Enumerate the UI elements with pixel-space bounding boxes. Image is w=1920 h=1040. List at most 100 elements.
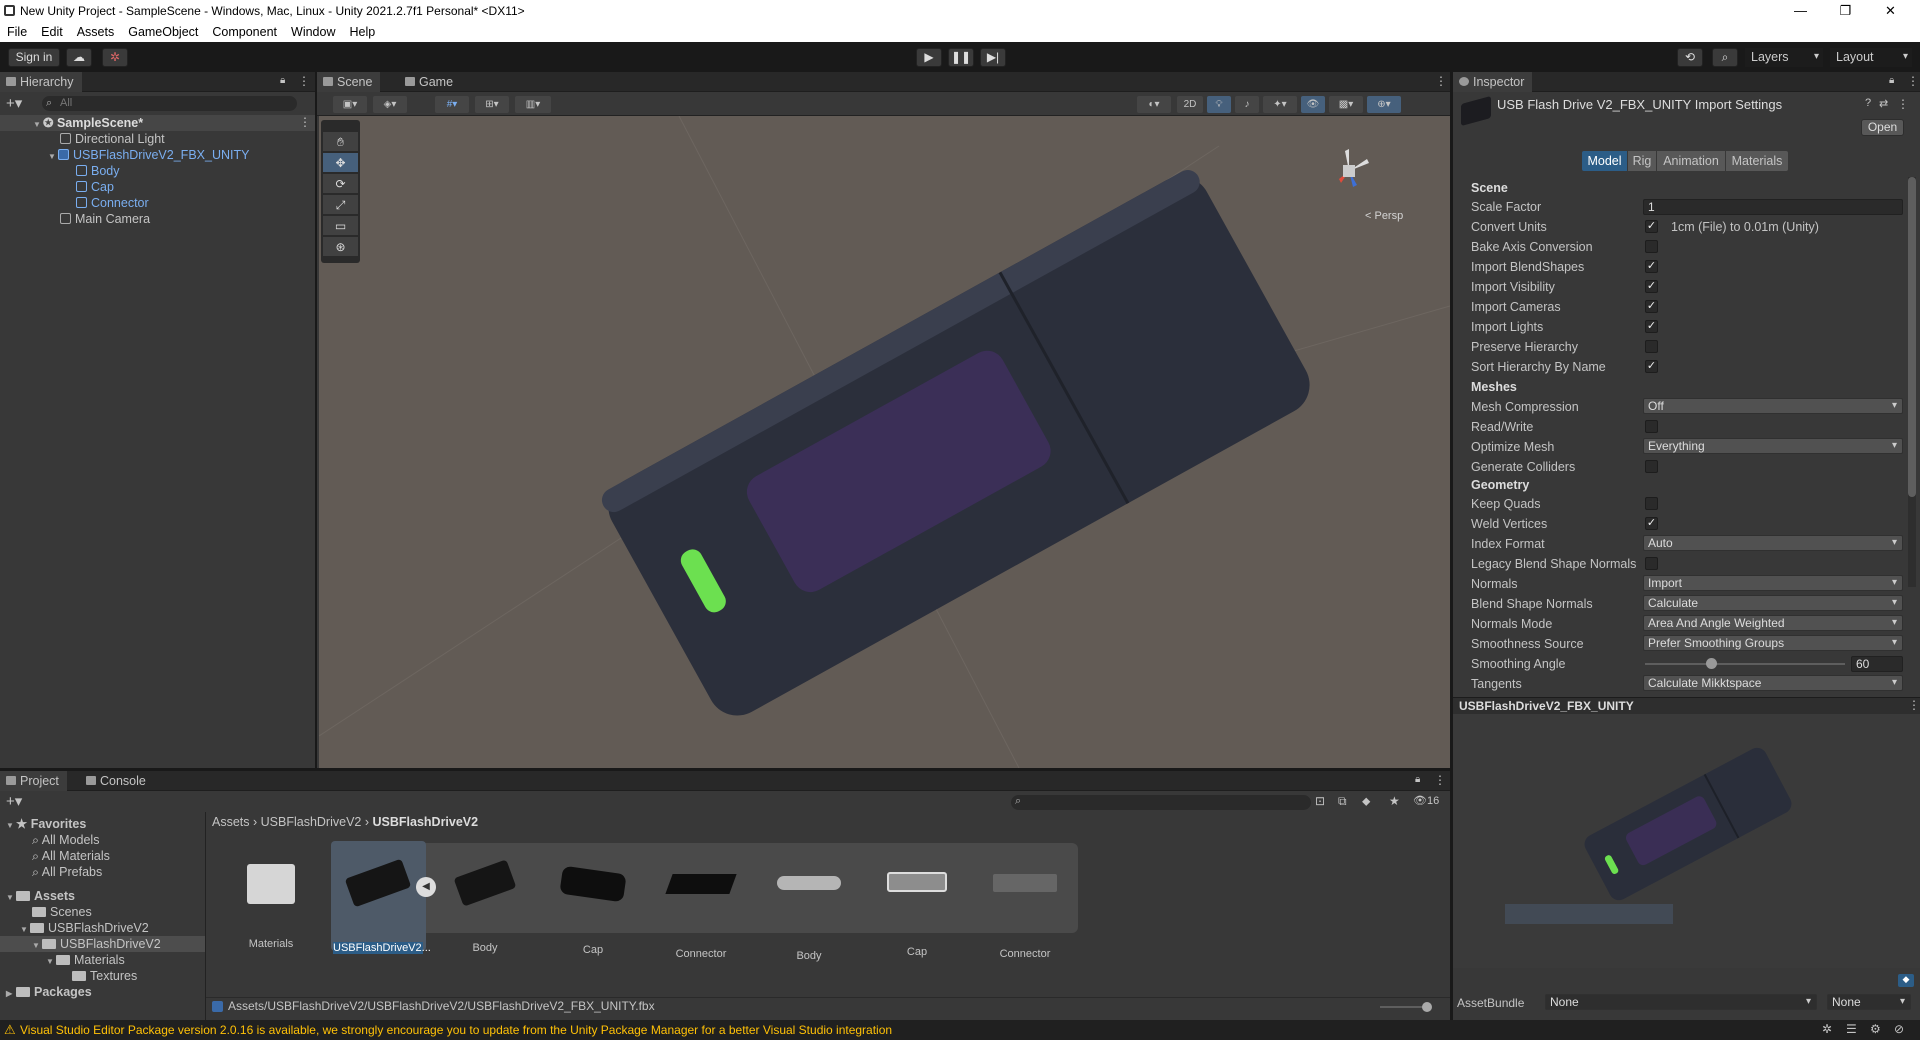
effects-dropdown[interactable]: ✦▾	[1263, 96, 1297, 113]
tab-game[interactable]: Game	[399, 72, 461, 92]
import-visibility-checkbox[interactable]: ✓	[1645, 280, 1658, 293]
project-search-input[interactable]: ⌕	[1011, 795, 1311, 810]
progress-icon[interactable]: ⊘	[1894, 1022, 1904, 1036]
asset-bundle-select[interactable]: None	[1545, 994, 1817, 1010]
slider-handle[interactable]	[1422, 1002, 1432, 1012]
perspective-label[interactable]: < Persp	[1365, 210, 1403, 222]
normals-mode-select[interactable]: Area And Angle Weighted	[1643, 615, 1903, 631]
hierarchy-item[interactable]: Main Camera	[60, 211, 150, 227]
camera-dropdown[interactable]: ▩▾	[1329, 96, 1363, 113]
asset-tile-selected[interactable]: USBFlashDriveV2...	[333, 842, 431, 954]
packages-header[interactable]: ▶ Packages	[6, 984, 92, 1000]
hierarchy-item[interactable]: ▼ USBFlashDriveV2_FBX_UNITY	[48, 147, 249, 163]
legacy-blend-checkbox[interactable]	[1645, 557, 1658, 570]
convert-units-checkbox[interactable]: ✓	[1645, 220, 1658, 233]
import-lights-checkbox[interactable]: ✓	[1645, 320, 1658, 333]
transform-tool-icon[interactable]: ⊛	[323, 237, 358, 257]
import-blendshapes-checkbox[interactable]: ✓	[1645, 260, 1658, 273]
tab-model[interactable]: Model	[1582, 151, 1627, 171]
menu-assets[interactable]: Assets	[70, 22, 122, 42]
tree-folder[interactable]: ▼ Materials	[46, 952, 125, 968]
menu-window[interactable]: Window	[284, 22, 342, 42]
preset-icon[interactable]: ⇄	[1879, 97, 1888, 110]
close-button[interactable]: ✕	[1868, 0, 1913, 22]
align-dropdown[interactable]: ▥▾	[515, 96, 551, 113]
menu-help[interactable]: Help	[342, 22, 382, 42]
tab-scene[interactable]: Scene	[317, 72, 381, 92]
tab-console[interactable]: Console	[80, 771, 154, 791]
tab-hierarchy[interactable]: Hierarchy	[0, 72, 82, 92]
lock-icon[interactable]: 🔒︎	[1415, 774, 1420, 785]
hidden-packages-icon[interactable]: 👁︎16	[1413, 794, 1439, 807]
optimize-mesh-select[interactable]: Everything	[1643, 438, 1903, 454]
grid-snap-dropdown[interactable]: #▾	[435, 96, 469, 113]
shading-dropdown[interactable]: ◈▾	[373, 96, 407, 113]
bake-axis-checkbox[interactable]	[1645, 240, 1658, 253]
2d-toggle[interactable]: 2D	[1177, 96, 1203, 113]
lighting-toggle-icon[interactable]: 💡︎	[1207, 96, 1231, 113]
more-options-icon[interactable]: ⋮	[298, 74, 310, 88]
add-icon[interactable]: +▾	[6, 94, 22, 112]
more-options-icon[interactable]: ⋮	[1897, 97, 1909, 111]
tangents-select[interactable]: Calculate Mikktspace	[1643, 675, 1903, 691]
label-icon[interactable]: ⬥	[1362, 794, 1370, 809]
tree-folder[interactable]: ▼ USBFlashDriveV2	[20, 920, 149, 936]
step-button[interactable]: ▶|	[980, 48, 1006, 67]
visibility-toggle-icon[interactable]: 👁︎	[1301, 96, 1325, 113]
sign-in-button[interactable]: Sign in	[8, 48, 60, 67]
read-write-checkbox[interactable]	[1645, 420, 1658, 433]
slider-handle[interactable]	[1706, 658, 1717, 669]
gizmos-dropdown[interactable]: ⊕▾	[1367, 96, 1401, 113]
asset-tile[interactable]: Cap	[872, 842, 962, 958]
smoothness-source-select[interactable]: Prefer Smoothing Groups	[1643, 635, 1903, 651]
inspector-scrollbar[interactable]	[1908, 177, 1916, 587]
more-options-icon[interactable]: ⋮	[1435, 74, 1447, 88]
weld-vertices-checkbox[interactable]: ✓	[1645, 517, 1658, 530]
pan-tool-icon[interactable]: ✋︎	[323, 132, 358, 152]
add-icon[interactable]: +▾	[6, 792, 22, 810]
normals-select[interactable]: Import	[1643, 575, 1903, 591]
more-options-icon[interactable]: ⋮	[299, 115, 311, 129]
breadcrumb-item[interactable]: USBFlashDriveV2	[261, 815, 362, 829]
keep-quads-checkbox[interactable]	[1645, 497, 1658, 510]
search-by-type-icon[interactable]: ⊡	[1315, 794, 1325, 808]
hierarchy-item[interactable]: Directional Light	[60, 131, 165, 147]
hierarchy-item[interactable]: Body	[76, 163, 120, 179]
snap-increment-dropdown[interactable]: ⊞▾	[475, 96, 509, 113]
breadcrumb-item[interactable]: USBFlashDriveV2	[373, 815, 479, 829]
scene-viewport[interactable]: < Persp	[319, 116, 1450, 768]
more-options-icon[interactable]: ⋮	[1908, 698, 1920, 712]
scale-tool-icon[interactable]: ⤢	[323, 195, 358, 215]
tree-folder-selected[interactable]: ▼ USBFlashDriveV2	[0, 936, 205, 952]
tag-icon[interactable]: ◆	[1898, 974, 1914, 987]
pause-button[interactable]: ❚❚	[948, 48, 974, 67]
fav-item[interactable]: ⌕ All Prefabs	[32, 864, 102, 880]
hierarchy-item[interactable]: Cap	[76, 179, 114, 195]
blend-shape-normals-select[interactable]: Calculate	[1643, 595, 1903, 611]
more-options-icon[interactable]: ⋮	[1434, 773, 1446, 787]
scrollbar-thumb[interactable]	[1908, 177, 1916, 497]
open-button[interactable]: Open	[1861, 119, 1904, 136]
breadcrumb-item[interactable]: Assets	[212, 815, 250, 829]
favorites-header[interactable]: ▼ ★ Favorites	[6, 816, 86, 832]
draw-mode-dropdown[interactable]: ▣▾	[333, 96, 367, 113]
move-tool-icon[interactable]: ✥	[323, 153, 358, 173]
fav-item[interactable]: ⌕ All Models	[32, 832, 99, 848]
cache-icon[interactable]: ☰	[1846, 1022, 1857, 1036]
menu-edit[interactable]: Edit	[34, 22, 70, 42]
mesh-compression-select[interactable]: Off	[1643, 398, 1903, 414]
scene-row[interactable]: ▼ ✪ SampleScene* ⋮	[0, 115, 315, 131]
lock-icon[interactable]: 🔒︎	[280, 75, 285, 86]
cloud-icon[interactable]: ☁	[66, 48, 92, 67]
status-message[interactable]: Visual Studio Editor Package version 2.0…	[20, 1023, 892, 1037]
menu-file[interactable]: File	[0, 22, 34, 42]
collapse-arrow-icon[interactable]: ◀	[416, 877, 436, 897]
import-cameras-checkbox[interactable]: ✓	[1645, 300, 1658, 313]
tab-animation[interactable]: Animation	[1657, 151, 1725, 171]
menu-gameobject[interactable]: GameObject	[121, 22, 205, 42]
tab-materials[interactable]: Materials	[1726, 151, 1788, 171]
asset-tile[interactable]: Body	[764, 842, 854, 962]
zoom-slider[interactable]	[1380, 1002, 1432, 1012]
history-icon[interactable]: ⟲	[1677, 48, 1703, 67]
hierarchy-item[interactable]: Connector	[76, 195, 149, 211]
